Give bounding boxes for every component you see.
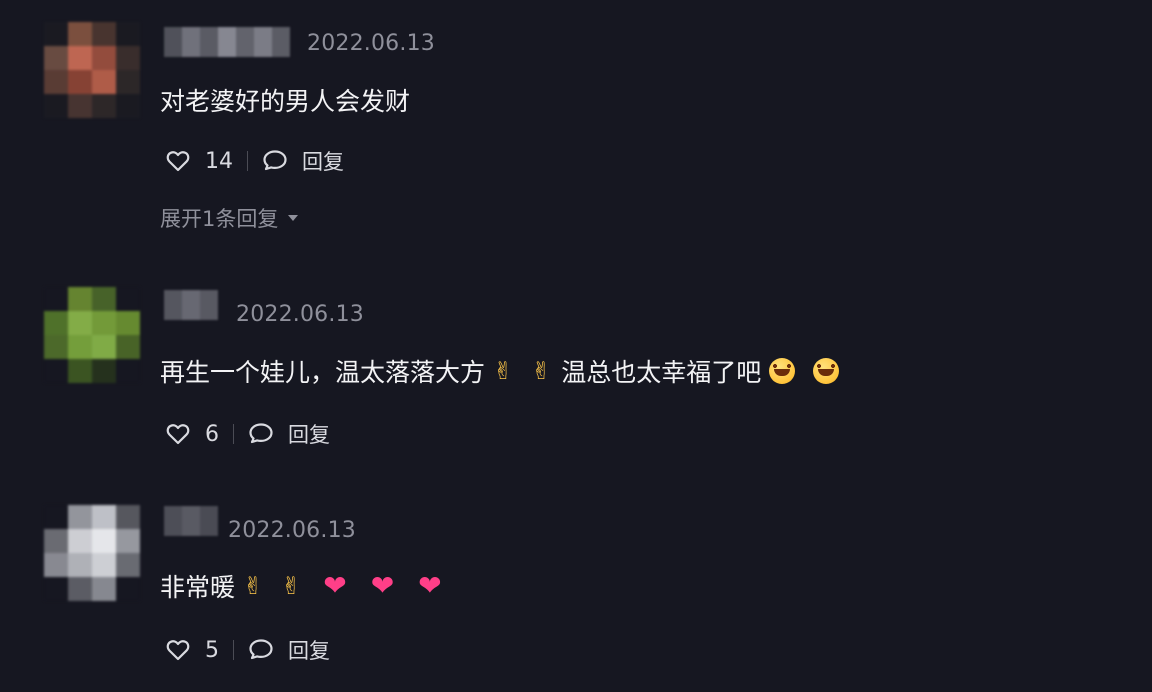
pink-heart-emoji: ❤ bbox=[323, 569, 347, 602]
comment-actions: 6 回复 bbox=[165, 419, 330, 449]
comment-text: 再生一个娃儿，温太落落大方 ✌ ✌ 温总也太幸福了吧 bbox=[160, 353, 849, 389]
comment-text-part1: 再生一个娃儿，温太落落大方 bbox=[160, 358, 486, 387]
reply-button[interactable]: 回复 bbox=[302, 146, 344, 176]
like-count: 14 bbox=[205, 148, 233, 174]
finger-heart-emoji: ✌ bbox=[493, 357, 514, 385]
expand-replies-button[interactable]: 展开1条回复 bbox=[160, 203, 300, 233]
avatar[interactable] bbox=[44, 22, 140, 118]
finger-heart-emoji: ✌ bbox=[243, 572, 264, 600]
reply-button[interactable]: 回复 bbox=[288, 419, 330, 449]
speech-bubble-icon[interactable] bbox=[262, 149, 288, 173]
speech-bubble-icon[interactable] bbox=[248, 638, 274, 662]
expand-replies-label: 展开1条回复 bbox=[160, 207, 279, 231]
finger-heart-emoji: ✌ bbox=[531, 357, 552, 385]
actions-divider bbox=[247, 151, 248, 171]
triangle-down-icon bbox=[286, 213, 300, 223]
comment-date: 2022.06.13 bbox=[228, 518, 356, 543]
username-blurred[interactable] bbox=[164, 27, 290, 57]
username-blurred[interactable] bbox=[164, 290, 218, 320]
speech-bubble-icon[interactable] bbox=[248, 422, 274, 446]
comment-text-part2: 温总也太幸福了吧 bbox=[561, 358, 762, 387]
actions-divider bbox=[233, 424, 234, 444]
reply-button[interactable]: 回复 bbox=[288, 635, 330, 665]
comment-text: 非常暖 ✌ ✌ ❤ ❤ ❤ bbox=[160, 568, 454, 604]
heart-outline-icon[interactable] bbox=[165, 149, 191, 173]
comment-text-main: 非常暖 bbox=[160, 573, 236, 602]
like-count: 6 bbox=[205, 421, 219, 447]
comment-date: 2022.06.13 bbox=[236, 302, 364, 327]
finger-heart-emoji: ✌ bbox=[281, 572, 302, 600]
avatar[interactable] bbox=[44, 505, 140, 601]
like-count: 5 bbox=[205, 637, 219, 663]
actions-divider bbox=[233, 640, 234, 660]
tears-of-joy-emoji bbox=[769, 358, 796, 384]
avatar[interactable] bbox=[44, 287, 140, 383]
tears-of-joy-emoji bbox=[813, 358, 840, 384]
pink-heart-emoji: ❤ bbox=[418, 569, 442, 602]
comment-text: 对老婆好的男人会发财 bbox=[160, 87, 411, 116]
pink-heart-emoji: ❤ bbox=[370, 569, 395, 602]
comment-actions: 14 回复 bbox=[165, 146, 344, 176]
comment-date: 2022.06.13 bbox=[307, 31, 435, 56]
username-blurred[interactable] bbox=[164, 506, 218, 536]
comment-actions: 5 回复 bbox=[165, 635, 330, 665]
heart-outline-icon[interactable] bbox=[165, 422, 191, 446]
heart-outline-icon[interactable] bbox=[165, 638, 191, 662]
